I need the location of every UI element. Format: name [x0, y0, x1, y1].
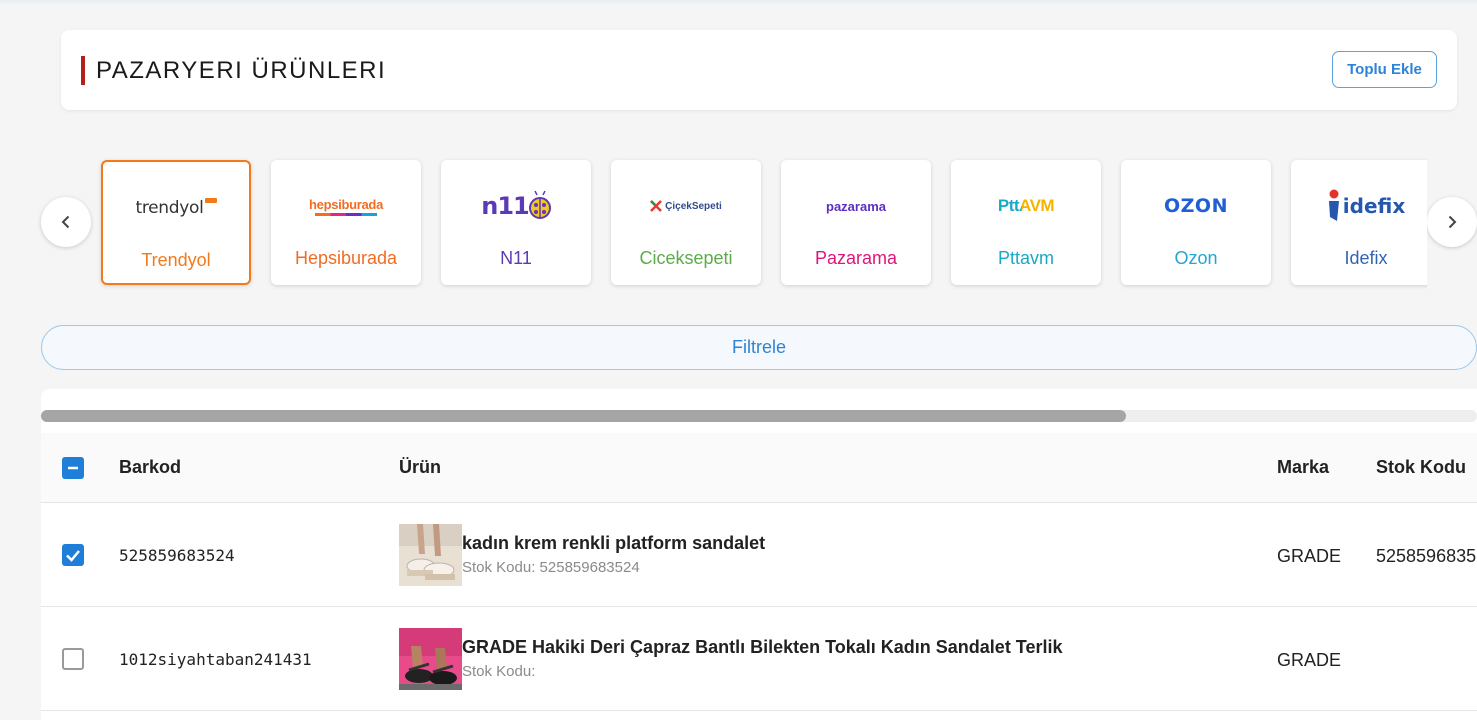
- top-strip: [0, 0, 1477, 6]
- marketplace-name: Ozon: [1174, 248, 1218, 268]
- marketplace-name: Trendyol: [141, 250, 211, 270]
- marketplace-name: Pazarama: [814, 248, 898, 268]
- bulk-add-button[interactable]: Toplu Ekle: [1332, 51, 1437, 88]
- marketplace-card-ozon[interactable]: OZON Ozon: [1121, 160, 1271, 285]
- carousel-prev-button[interactable]: [41, 197, 91, 247]
- product-stock-code: Stok Kodu:: [462, 663, 536, 680]
- row-checkbox[interactable]: [62, 648, 84, 670]
- column-header-barcode[interactable]: Barkod: [119, 457, 181, 478]
- marketplace-card-hepsiburada[interactable]: hepsiburada Hepsiburada: [271, 160, 421, 285]
- marketplace-name: Idefix: [1344, 248, 1388, 268]
- product-stock-code: Stok Kodu: 525859683524: [462, 559, 640, 576]
- marketplace-card-trendyol[interactable]: trendyol Trendyol: [101, 160, 251, 285]
- pttavm-logo: PttAVM: [997, 196, 1055, 215]
- page-title: PAZARYERI ÜRÜNLERI: [96, 57, 387, 84]
- marketplace-card-pttavm[interactable]: PttAVM Pttavm: [951, 160, 1101, 285]
- marketplace-carousel: trendyol Trendyol hepsiburada Hepsiburad…: [95, 155, 1427, 295]
- indeterminate-icon: [68, 466, 78, 470]
- n11-logo: n11: [441, 186, 591, 226]
- select-all-checkbox[interactable]: [62, 457, 84, 479]
- horizontal-scrollbar[interactable]: [41, 410, 1477, 422]
- marketplace-card-idefix[interactable]: idefix Idefix: [1291, 160, 1427, 285]
- marketplace-card-pazarama[interactable]: pazarama Pazarama: [781, 160, 931, 285]
- brand-cell: GRADE: [1277, 546, 1342, 566]
- product-thumbnail: [399, 628, 462, 690]
- chevron-left-icon: [61, 215, 70, 229]
- marketplace-name: Pttavm: [997, 248, 1054, 268]
- flower-icon: [650, 200, 663, 212]
- product-thumbnail: [399, 524, 462, 586]
- checkmark-icon: [66, 550, 80, 562]
- products-table: Barkod Ürün Marka Stok Kodu 525859683524…: [41, 389, 1477, 720]
- ciceksepeti-logo: ÇiçekSepeti: [611, 186, 761, 226]
- trendyol-logo-mark: [204, 197, 217, 203]
- marketplace-card-ciceksepeti[interactable]: ÇiçekSepeti Ciceksepeti: [611, 160, 761, 285]
- ladybug-icon: [528, 190, 551, 219]
- scrollbar-thumb[interactable]: [41, 410, 1126, 422]
- page-header: PAZARYERI ÜRÜNLERI Toplu Ekle: [61, 30, 1457, 110]
- title-accent-bar: [81, 56, 85, 85]
- table-header: Barkod Ürün Marka Stok Kodu: [41, 433, 1477, 503]
- filter-button[interactable]: Filtrele: [41, 325, 1477, 370]
- column-header-product[interactable]: Ürün: [399, 457, 441, 478]
- trendyol-logo: trendyol: [103, 188, 249, 228]
- stock-code-cell: 525859683524: [1376, 546, 1477, 566]
- marketplace-name: N11: [500, 248, 532, 268]
- column-header-stock-code[interactable]: Stok Kodu: [1376, 457, 1466, 478]
- barcode-cell: 1012siyahtaban241431: [119, 650, 312, 669]
- product-name[interactable]: GRADE Hakiki Deri Çapraz Bantlı Bilekten…: [462, 637, 1063, 658]
- hepsiburada-logo-stripe: [315, 212, 377, 216]
- barcode-cell: 525859683524: [119, 546, 235, 565]
- marketplace-card-n11[interactable]: n11 N11: [441, 160, 591, 285]
- product-name[interactable]: kadın krem renkli platform sandalet: [462, 533, 765, 554]
- ozon-logo: OZON: [1164, 195, 1228, 217]
- table-row[interactable]: 525859683524 kadın krem renkli platform …: [41, 504, 1477, 607]
- idefix-logo: idefix: [1291, 186, 1427, 226]
- marketplace-name: Hepsiburada: [294, 248, 398, 268]
- marketplace-name: Ciceksepeti: [639, 248, 733, 268]
- hepsiburada-logo: hepsiburada: [271, 186, 421, 226]
- table-row[interactable]: 1012siyahtaban241431 GRADE Hakiki Deri Ç…: [41, 608, 1477, 711]
- brand-cell: GRADE: [1277, 650, 1342, 670]
- row-checkbox[interactable]: [62, 544, 84, 566]
- carousel-next-button[interactable]: [1427, 197, 1477, 247]
- idefix-mark-icon: [1328, 189, 1339, 221]
- column-header-brand[interactable]: Marka: [1277, 457, 1329, 478]
- chevron-right-icon: [1448, 215, 1457, 229]
- pazarama-logo: pazarama: [826, 198, 886, 214]
